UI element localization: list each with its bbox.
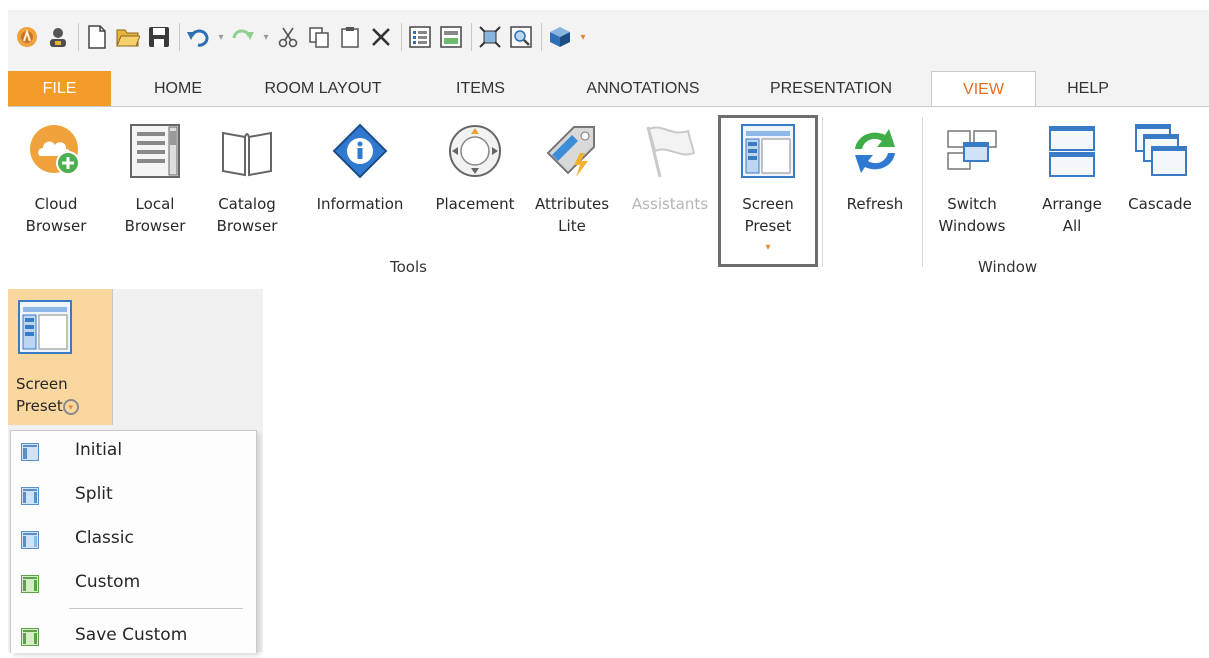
cloud-browser-label: Cloud Browser [25,195,87,235]
screen-preset-menu: Initial Split Classic Custom Save Custom [10,430,257,653]
information-label: Information [316,195,404,213]
list-view-icon[interactable] [407,24,433,50]
form-view-icon[interactable] [438,24,464,50]
app-logo-icon[interactable] [14,24,40,50]
refresh-button[interactable]: Refresh [832,107,918,257]
switch-windows-icon [940,123,1004,187]
paste-icon[interactable] [337,24,363,50]
cut-icon[interactable] [275,24,301,50]
toolbar-separator [541,23,542,51]
refresh-icon [843,123,907,187]
screen-preset-icon [17,299,73,359]
menu-item-custom[interactable]: Custom [11,563,256,605]
catalog-browser-button[interactable]: Catalog Browser [204,107,290,257]
catalog-browser-icon [215,123,279,187]
local-browser-label: Local Browser [124,195,186,235]
tab-room-layout[interactable]: ROOM LAYOUT [248,71,398,106]
layout-classic-icon [21,531,39,553]
group-label-tools: Tools [390,258,427,276]
undo-icon[interactable] [185,24,211,50]
screen-preset-button[interactable]: Screen Preset ▾ [8,289,113,425]
placement-icon [443,123,507,187]
switch-windows-label: Switch Windows [938,195,1006,235]
toolbar-separator [179,23,180,51]
new-file-icon[interactable] [84,24,110,50]
arrange-all-button[interactable]: Arrange All [1030,107,1114,257]
menu-separator [69,608,243,609]
screen-preset-ribbon-button[interactable]: Screen Preset ▾ [718,115,818,267]
information-button[interactable]: Information [298,107,422,257]
quick-access-toolbar: ▾ ▾ ▾ [8,10,1209,64]
tab-presentation[interactable]: PRESENTATION [756,71,906,106]
information-icon [328,123,392,187]
assistants-label: Assistants [631,195,709,213]
placement-button[interactable]: Placement [426,107,524,257]
dropdown-arrow-icon[interactable]: ▾ [62,398,79,415]
screen-preset-icon [736,123,800,187]
attributes-lite-label: Attributes Lite [534,195,610,235]
cloud-browser-button[interactable]: Cloud Browser [16,107,96,257]
local-browser-button[interactable]: Local Browser [118,107,192,257]
fit-view-icon[interactable] [477,24,503,50]
layout-initial-icon [21,443,39,465]
catalog-browser-label: Catalog Browser [216,195,278,235]
save-icon[interactable] [146,24,172,50]
ribbon-panel: Cloud Browser Local Browser Catalog Browser… [8,106,1209,283]
group-separator [922,117,923,267]
arrange-all-label: Arrange All [1042,195,1102,235]
tab-items[interactable]: ITEMS [438,71,523,106]
toolbar-separator [471,23,472,51]
placement-label: Placement [435,195,515,213]
attributes-lite-button[interactable]: Attributes Lite [524,107,620,257]
menu-item-classic[interactable]: Classic [11,519,256,561]
tab-file[interactable]: FILE [8,71,111,106]
group-separator [822,117,823,267]
delete-icon[interactable] [368,24,394,50]
layout-custom-icon [21,575,39,597]
attributes-lite-icon [540,123,604,187]
screen-preset-label: Screen Preset ▾ [742,193,794,259]
copy-icon[interactable] [306,24,332,50]
ribbon-tabs: FILE HOME ROOM LAYOUT ITEMS ANNOTATIONS … [8,71,1209,108]
3d-cube-icon[interactable] [547,24,573,50]
refresh-label: Refresh [846,195,904,213]
screen-preset-label: Screen Preset ▾ [16,373,79,417]
tab-home[interactable]: HOME [128,71,228,106]
chevron-down-icon: ▾ [765,242,771,253]
tab-view[interactable]: VIEW [931,71,1036,108]
cascade-label: Cascade [1128,195,1192,213]
assistants-flag-icon [638,123,702,187]
application-ribbon-area: ▾ ▾ ▾ FILE HOME ROOM LAYOUT ITEMS ANNOTA… [8,10,1209,283]
cloud-browser-icon [24,123,88,187]
open-folder-icon[interactable] [115,24,141,50]
cascade-button[interactable]: Cascade [1118,107,1202,257]
tab-annotations[interactable]: ANNOTATIONS [558,71,728,106]
redo-icon[interactable] [230,24,256,50]
login-user-icon[interactable] [45,24,71,50]
layout-split-icon [21,487,39,509]
menu-item-initial[interactable]: Initial [11,431,256,473]
toolbar-separator [401,23,402,51]
tab-help[interactable]: HELP [1048,71,1128,106]
group-label-window: Window [978,258,1038,276]
save-custom-layout-icon [21,628,39,650]
toolbar-separator [78,23,79,51]
assistants-button: Assistants [622,107,718,257]
arrange-all-icon [1040,123,1104,187]
redo-dropdown-icon[interactable]: ▾ [261,24,271,50]
switch-windows-button[interactable]: Switch Windows [926,107,1018,257]
zoom-window-icon[interactable] [508,24,534,50]
local-browser-icon [123,123,187,187]
customize-toolbar-icon[interactable]: ▾ [578,24,588,50]
cascade-icon [1128,123,1192,187]
undo-dropdown-icon[interactable]: ▾ [216,24,226,50]
menu-item-split[interactable]: Split [11,475,256,517]
